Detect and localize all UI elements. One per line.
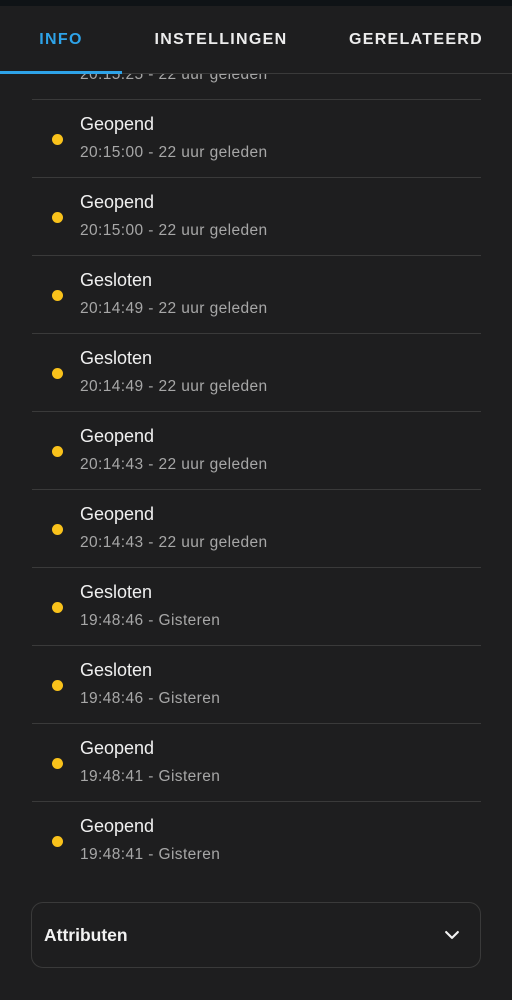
list-item: Geopend 19:48:41 - Gisteren (32, 802, 481, 880)
list-item-time: 20:14:43 - 22 uur geleden (80, 534, 268, 551)
list-item-time: 20:15:00 - 22 uur geleden (80, 144, 268, 161)
list-item-time: 20:14:49 - 22 uur geleden (80, 378, 268, 395)
list-item-state: Gesloten (80, 348, 153, 368)
status-dot (52, 290, 63, 301)
list-item-time: 20:15:25 - 22 uur geleden (80, 74, 268, 83)
list-item-time: 19:48:41 - Gisteren (80, 768, 221, 785)
history-list[interactable]: 20:15:25 - 22 uur geleden Geopend 20:15:… (32, 74, 481, 880)
list-item: Geopend 20:14:43 - 22 uur geleden (32, 490, 481, 568)
active-tab-indicator (0, 71, 122, 74)
list-item: Gesloten 20:14:49 - 22 uur geleden (32, 334, 481, 412)
status-dot (52, 836, 63, 847)
list-item: 20:15:25 - 22 uur geleden (32, 74, 481, 100)
status-dot (52, 758, 63, 769)
list-item-state: Geopend (80, 426, 155, 446)
status-dot (52, 446, 63, 457)
status-dot (52, 212, 63, 223)
list-item-time: 20:15:00 - 22 uur geleden (80, 222, 268, 239)
attributes-label: Attributen (44, 924, 128, 945)
list-item: Geopend 20:14:43 - 22 uur geleden (32, 412, 481, 490)
tab-instellingen[interactable]: INSTELLINGEN (130, 6, 312, 74)
chevron-down-icon (445, 931, 459, 939)
list-item: Gesloten 19:48:46 - Gisteren (32, 568, 481, 646)
list-item-state: Geopend (80, 504, 155, 524)
list-item-time: 20:14:49 - 22 uur geleden (80, 300, 268, 317)
list-item-time: 19:48:46 - Gisteren (80, 690, 221, 707)
list-item-state: Geopend (80, 738, 155, 758)
list-item: Geopend 19:48:41 - Gisteren (32, 724, 481, 802)
list-item-time: 19:48:46 - Gisteren (80, 612, 221, 629)
status-dot (52, 134, 63, 145)
list-item-state: Gesloten (80, 270, 153, 290)
list-item-state: Gesloten (80, 582, 153, 602)
list-item: Gesloten 20:14:49 - 22 uur geleden (32, 256, 481, 334)
list-item: Geopend 20:15:00 - 22 uur geleden (32, 178, 481, 256)
list-item-time: 20:14:43 - 22 uur geleden (80, 456, 268, 473)
list-item-time: 19:48:41 - Gisteren (80, 846, 221, 863)
status-dot (52, 368, 63, 379)
list-item-state: Geopend (80, 192, 155, 212)
attributes-expander[interactable]: Attributen (31, 902, 481, 968)
tab-gerelateerd[interactable]: GERELATEERD (330, 6, 502, 74)
tab-bar: INFO INSTELLINGEN GERELATEERD (0, 6, 512, 74)
status-dot (52, 602, 63, 613)
list-item: Geopend 20:15:00 - 22 uur geleden (32, 100, 481, 178)
tab-info[interactable]: INFO (0, 6, 122, 74)
list-item: Gesloten 19:48:46 - Gisteren (32, 646, 481, 724)
status-dot (52, 680, 63, 691)
status-dot (52, 524, 63, 535)
list-item-state: Geopend (80, 114, 155, 134)
list-item-state: Gesloten (80, 660, 153, 680)
list-item-state: Geopend (80, 816, 155, 836)
